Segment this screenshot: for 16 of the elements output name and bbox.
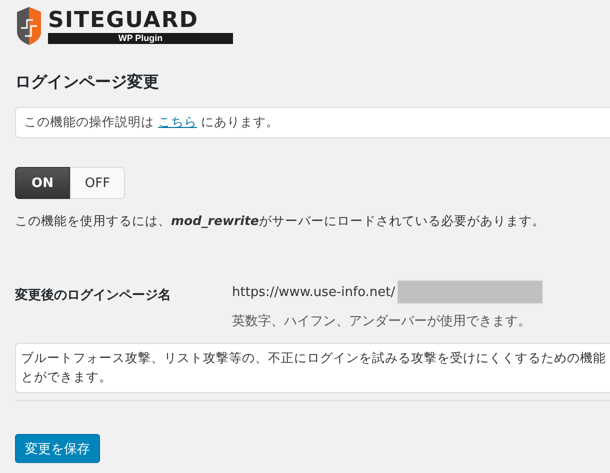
page-title: ログインページ変更 <box>15 71 160 93</box>
logo-text: SITEGUARD <box>48 8 200 32</box>
url-prefix: https://www.use-info.net/ <box>232 284 396 300</box>
login-page-name-field[interactable] <box>397 280 544 304</box>
description-box: ブルートフォース攻撃、リスト攻撃等の、不正にログインを試みる攻撃を受けにくくするための機能 とができます。 <box>15 343 610 393</box>
toggle-option[interactable]: OFF <box>70 167 125 199</box>
requirement-note: この機能を使用するには、mod_rewriteがサーバーにロードされている必要があります。 <box>15 213 546 230</box>
field-label: 変更後のログインページ名 <box>15 286 172 305</box>
help-link[interactable]: こちら <box>158 114 197 131</box>
shield-logo-icon <box>15 6 43 46</box>
notice-text: にあります。 <box>200 114 279 131</box>
save-button[interactable]: 変更を保存 <box>15 434 100 463</box>
logo-subtitle: WP Plugin <box>48 32 233 44</box>
notice-text: この機能の操作説明は <box>24 114 155 131</box>
field-hint: 英数字、ハイフン、アンダーバーが使用できます。 <box>232 313 532 330</box>
toggle-option[interactable]: ON <box>15 167 70 199</box>
